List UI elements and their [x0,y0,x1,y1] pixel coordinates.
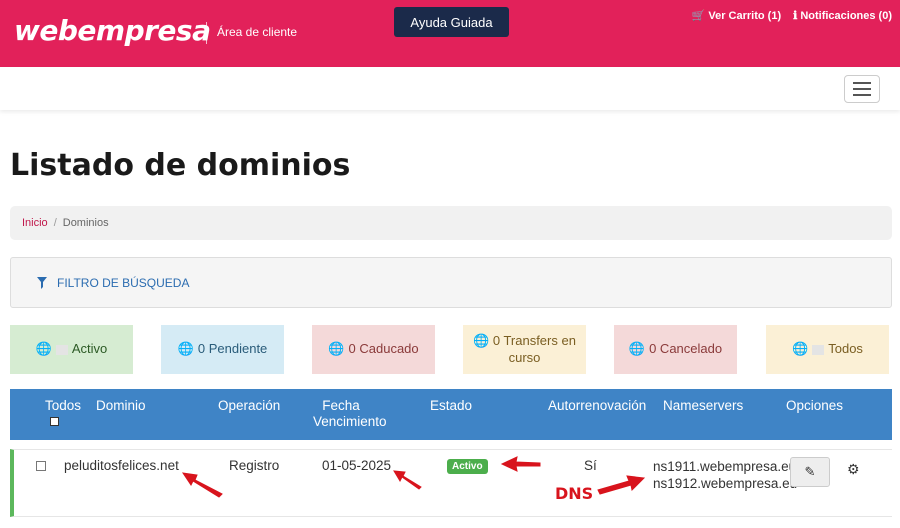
status-card-pendiente[interactable]: 🌐 0 Pendiente [161,325,284,374]
globe-icon: 🌐 [328,341,345,357]
search-filter-toggle[interactable]: FILTRO DE BÚSQUEDA [10,257,892,308]
filter-label: FILTRO DE BÚSQUEDA [57,275,190,290]
col-estado[interactable]: Estado [430,398,472,414]
col-autorrenovacion[interactable]: Autorrenovación [548,398,646,414]
status-card-label: Todos [828,341,863,357]
nameservers: ns1911.webempresa.eu ns1912.webempresa.e… [653,458,797,492]
globe-icon: 🌐 [177,341,194,357]
nameserver-2: ns1912.webempresa.eu [653,476,798,491]
status-card-todos[interactable]: 🌐 Todos [766,325,889,374]
menu-bar-icon [853,82,871,84]
col-opciones: Opciones [786,398,844,413]
redacted-count [55,344,68,355]
status-card-label: 🌐 0 Transfers en curso [469,333,580,367]
status-card-text: 0 Transfers en curso [492,332,576,365]
row-checkbox[interactable] [36,461,46,471]
col-nameservers: Nameservers [663,398,744,413]
redacted-count [812,344,825,355]
breadcrumb-home-link[interactable]: Inicio [22,217,48,229]
col-operacion[interactable]: Operación [218,398,280,414]
status-card-label: 0 Cancelado [649,341,723,357]
pencil-icon: ✎ [804,464,816,479]
breadcrumb-separator: / [53,217,57,229]
cart-icon: 🛒 [691,10,706,22]
breadcrumb: Inicio / Dominios [10,206,892,240]
menu-bar-icon [853,94,871,96]
operation: Registro [229,458,280,473]
status-card-label: Activo [71,341,108,357]
notifications-link[interactable]: ℹ Notificaciones (0) [793,9,892,23]
logo-divider [206,22,207,44]
cart-link[interactable]: 🛒 Ver Carrito (1) [691,9,782,23]
breadcrumb-current: Dominios [62,217,109,229]
domains-table-header: Todos Dominio Operación Fecha Vencimient… [10,389,892,440]
col-dominio[interactable]: Dominio [96,398,146,414]
status-card-activo[interactable]: 🌐 Activo [10,325,133,374]
status-card-caducado[interactable]: 🌐 0 Caducado [312,325,435,374]
status-card-label: 0 Pendiente [197,341,268,357]
area-cliente-label: Área de cliente [217,25,298,39]
nameserver-1: ns1911.webempresa.eu [653,459,797,474]
navbar [0,67,900,110]
globe-icon: 🌐 [792,341,809,357]
domain-name[interactable]: peluditosfelices.net [64,458,179,473]
select-all-checkbox[interactable] [50,417,59,426]
dns-annotation-label: DNS [555,484,594,503]
top-header: webempresa Área de cliente Ayuda Guiada … [0,0,900,67]
globe-icon: 🌐 [35,341,52,357]
top-links: 🛒 Ver Carrito (1) ℹ Notificaciones (0) [691,9,892,23]
status-cards: 🌐 Activo 🌐 0 Pendiente 🌐 0 Caducado 🌐 0 … [10,325,892,374]
info-icon: ℹ [793,10,798,22]
cart-link-label: Ver Carrito (1) [708,9,782,22]
gear-icon[interactable]: ⚙ [847,461,860,478]
status-badge: Activo [447,459,488,474]
globe-icon: 🌐 [473,332,490,348]
status-card-transfers[interactable]: 🌐 0 Transfers en curso [463,325,586,374]
menu-toggle-button[interactable] [844,75,880,103]
autorenew-value: Sí [584,458,597,473]
status-card-label: 0 Caducado [348,341,419,357]
menu-bar-icon [853,88,871,90]
funnel-icon [37,276,47,289]
expiry-date: 01-05-2025 [322,458,392,473]
notifications-link-label: Notificaciones (0) [800,9,892,22]
status-card-cancelado[interactable]: 🌐 0 Cancelado [614,325,737,374]
table-row[interactable]: peluditosfelices.net Registro 01-05-2025… [10,449,892,517]
col-todos: Todos [45,398,82,413]
page-title: Listado de dominios [10,148,351,183]
globe-icon: 🌐 [628,341,646,357]
ayuda-guiada-button[interactable]: Ayuda Guiada [394,7,509,37]
webempresa-logo[interactable]: webempresa [14,14,211,47]
col-fecha-vencimiento[interactable]: Fecha Vencimiento [313,398,387,430]
edit-button[interactable]: ✎ [790,457,830,487]
